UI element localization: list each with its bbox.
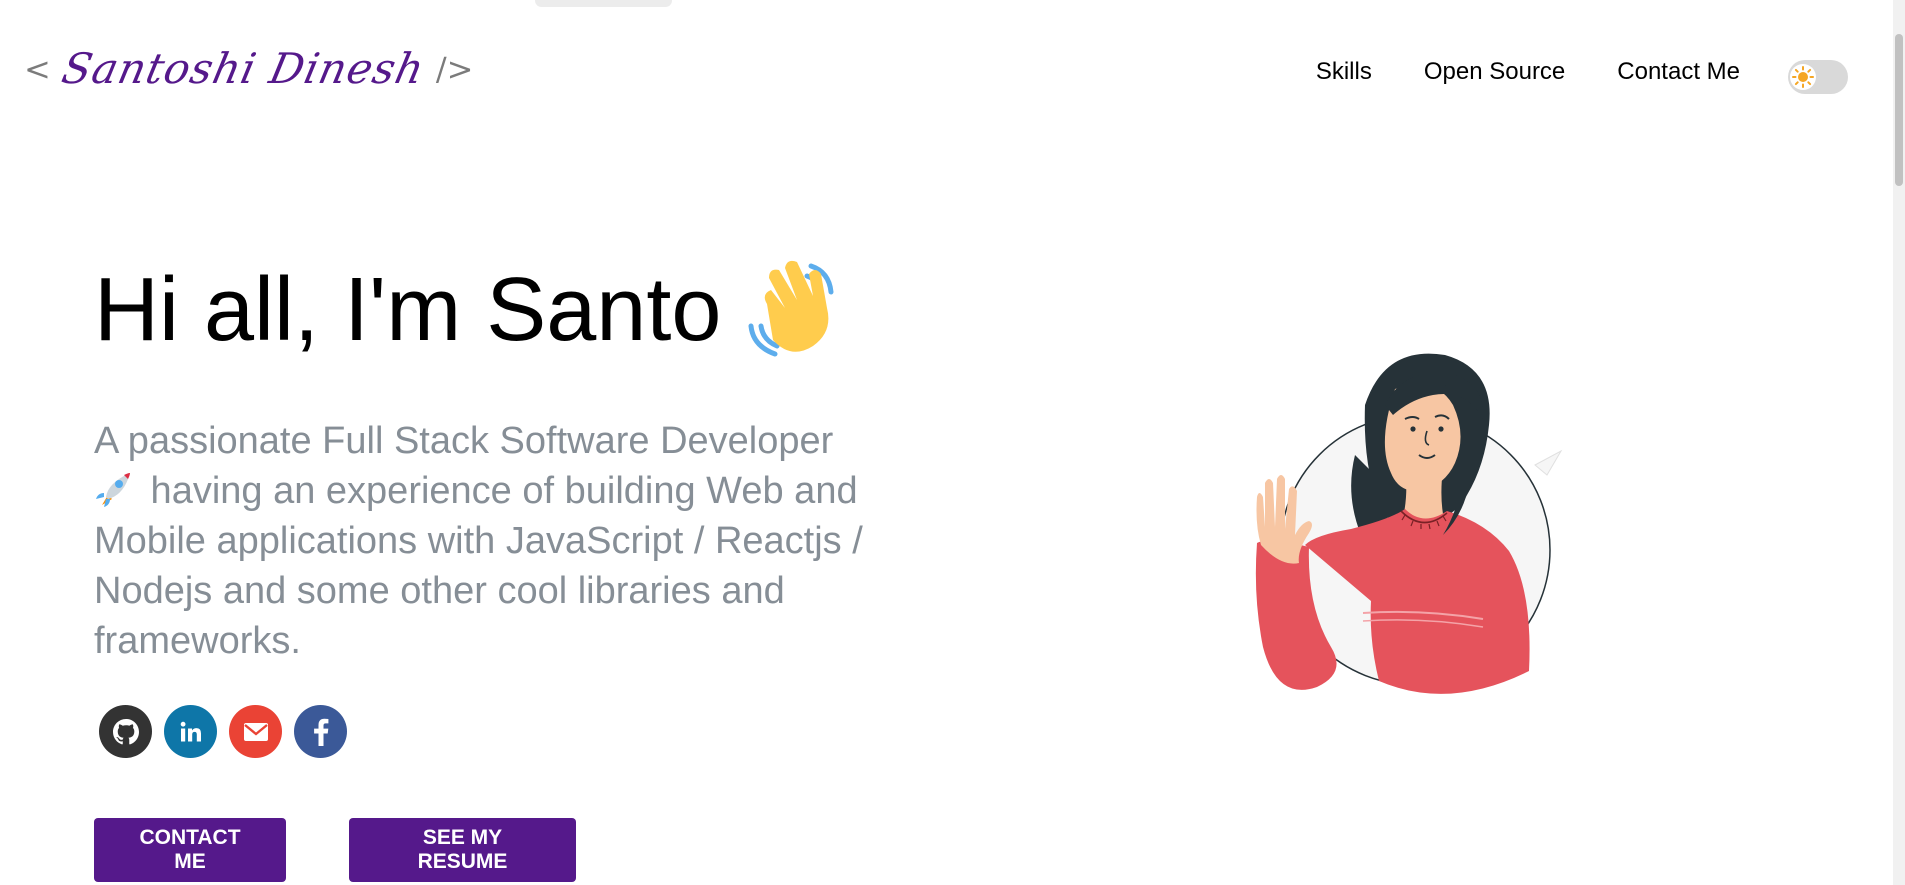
page: < Santoshi Dinesh /> Skills Open Source … [0, 0, 1905, 885]
waving-hand-icon [748, 260, 834, 357]
sun-icon [1792, 66, 1814, 88]
see-my-resume-button[interactable]: SEE MY RESUME [349, 818, 576, 882]
top-pill [535, 0, 672, 7]
linkedin-icon [180, 721, 201, 741]
nav-contact-me[interactable]: Contact Me [1617, 58, 1740, 86]
gmail-icon [243, 722, 268, 741]
linkedin-link[interactable] [164, 705, 217, 758]
scrollbar-thumb[interactable] [1895, 34, 1903, 186]
logo[interactable]: < Santoshi Dinesh /> [24, 44, 473, 93]
greeting-text: Hi all, I'm Santo [94, 260, 722, 360]
social-links [99, 705, 347, 758]
nav-open-source[interactable]: Open Source [1424, 58, 1565, 86]
main-nav: Skills Open Source Contact Me [1316, 58, 1740, 86]
scrollbar[interactable] [1893, 0, 1905, 885]
logo-close-bracket: /> [435, 49, 474, 88]
subtitle-first-line: A passionate Full Stack Software Develop… [94, 420, 834, 462]
logo-name: Santoshi Dinesh [57, 44, 430, 93]
contact-me-button[interactable]: CONTACT ME [94, 818, 286, 882]
hero-title: Hi all, I'm Santo [94, 250, 837, 370]
logo-open-bracket: < [24, 49, 51, 88]
facebook-icon [313, 718, 328, 746]
rocket-icon [96, 473, 130, 507]
toggle-knob [1790, 64, 1816, 90]
gmail-link[interactable] [229, 705, 282, 758]
facebook-link[interactable] [294, 705, 347, 758]
theme-toggle[interactable] [1788, 60, 1848, 94]
subtitle-rest: having an experience of building Web and… [94, 470, 863, 662]
github-link[interactable] [99, 705, 152, 758]
waving-woman-illustration [1255, 353, 1563, 694]
nav-skills[interactable]: Skills [1316, 58, 1372, 86]
github-icon [112, 718, 139, 744]
hero-subtitle: A passionate Full Stack Software Develop… [94, 416, 964, 666]
